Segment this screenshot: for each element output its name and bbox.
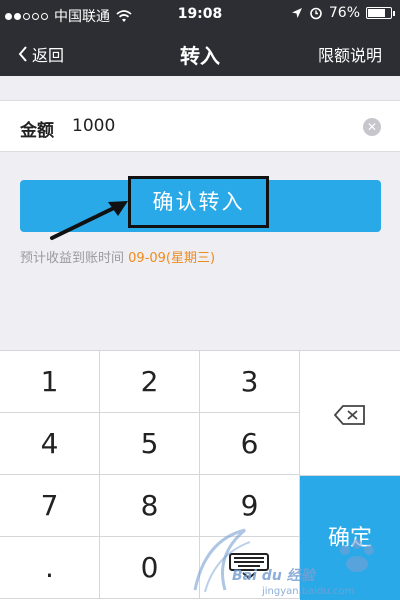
battery-percent: 76%	[328, 5, 360, 21]
navigation-bar: 返回 转入 限额说明	[0, 30, 400, 76]
confirm-transfer-label[interactable]: 确认转入	[128, 176, 269, 228]
battery-icon	[366, 7, 395, 19]
key-6[interactable]: 6	[200, 413, 300, 475]
amount-label: 金额	[20, 121, 54, 141]
key-5[interactable]: 5	[100, 413, 200, 475]
delete-key[interactable]	[300, 351, 400, 476]
key-2[interactable]: 2	[100, 351, 200, 413]
key-1[interactable]: 1	[0, 351, 100, 413]
key-9[interactable]: 9	[200, 475, 300, 537]
alarm-icon	[310, 7, 322, 20]
backspace-icon	[333, 405, 365, 425]
key-8[interactable]: 8	[100, 475, 200, 537]
limit-info-link[interactable]: 限额说明	[318, 42, 382, 66]
key-3[interactable]: 3	[200, 351, 300, 413]
key-dot[interactable]: .	[0, 537, 100, 599]
keyboard-confirm-button[interactable]: 确定	[300, 476, 400, 600]
key-4[interactable]: 4	[0, 413, 100, 475]
watermark-url: jingyan.baidu.com	[262, 586, 355, 597]
earnings-tip: 预计收益到账时间 09-09(星期三)	[20, 247, 215, 266]
tip-prefix: 预计收益到账时间	[20, 251, 125, 266]
tip-date: 09-09(星期三)	[128, 251, 216, 266]
key-0[interactable]: 0	[100, 537, 200, 599]
amount-field[interactable]: 金额 1000	[0, 100, 400, 152]
status-bar: 中国联通 19:08 76%	[0, 0, 400, 30]
watermark-text: Bai du 经验	[232, 568, 315, 584]
amount-input[interactable]: 1000	[72, 116, 115, 136]
numeric-keyboard: 1 2 3 4 5 6 7 8 9 . 0 确定	[0, 350, 400, 600]
arrow-annotation-icon	[50, 201, 128, 240]
clear-icon[interactable]: ✕	[363, 118, 381, 136]
location-icon	[291, 8, 302, 18]
key-7[interactable]: 7	[0, 475, 100, 537]
